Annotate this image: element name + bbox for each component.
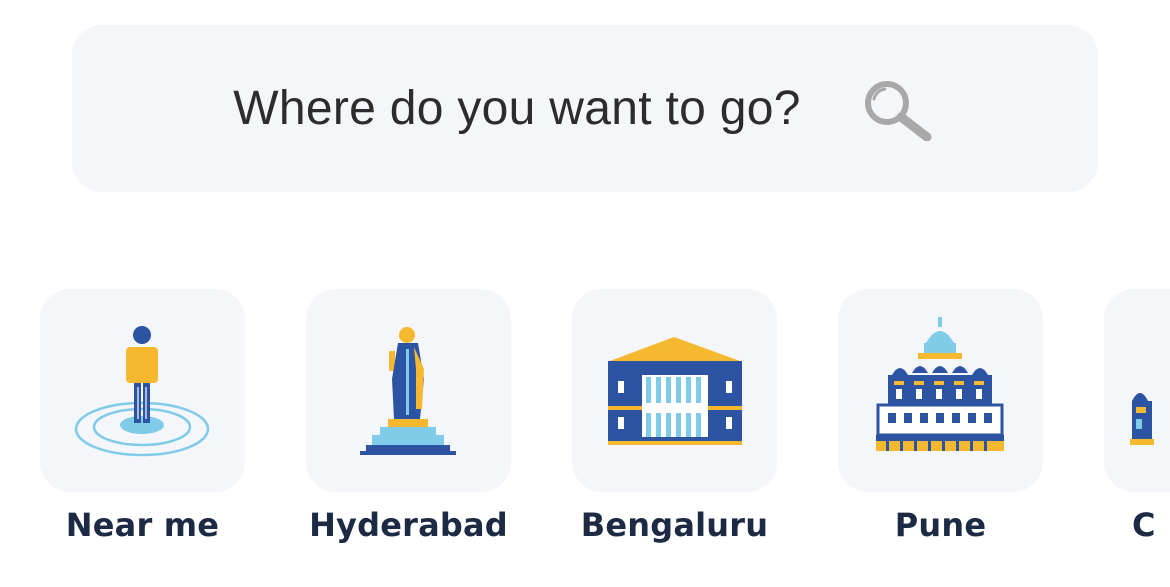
city-card[interactable] (572, 289, 777, 492)
palace-icon (876, 317, 1004, 451)
city-tile-pune[interactable]: Pune (838, 289, 1043, 544)
city-tile-partial[interactable]: C (1104, 289, 1170, 544)
person-location-icon (74, 326, 210, 457)
city-card[interactable] (40, 289, 245, 492)
vidhana-soudha-icon (608, 337, 742, 445)
city-tile-near-me[interactable]: Near me (40, 289, 245, 544)
city-label: Bengaluru (580, 506, 769, 544)
city-label: Near me (65, 506, 220, 544)
statue-icon (360, 327, 456, 455)
search-bar[interactable]: Where do you want to go? (72, 25, 1098, 192)
city-tile-bengaluru[interactable]: Bengaluru (572, 289, 777, 544)
city-label: Pune (894, 506, 987, 544)
search-placeholder: Where do you want to go? (233, 82, 801, 135)
city-card[interactable] (306, 289, 511, 492)
city-label: C (1132, 506, 1156, 544)
city-card[interactable] (838, 289, 1043, 492)
city-tile-hyderabad[interactable]: Hyderabad (306, 289, 511, 544)
page: Where do you want to go? Near me Hyderab… (0, 0, 1170, 587)
search-icon[interactable] (861, 77, 937, 141)
city-card[interactable] (1104, 289, 1170, 492)
city-label: Hyderabad (309, 506, 508, 544)
monument-icon (1130, 393, 1154, 445)
